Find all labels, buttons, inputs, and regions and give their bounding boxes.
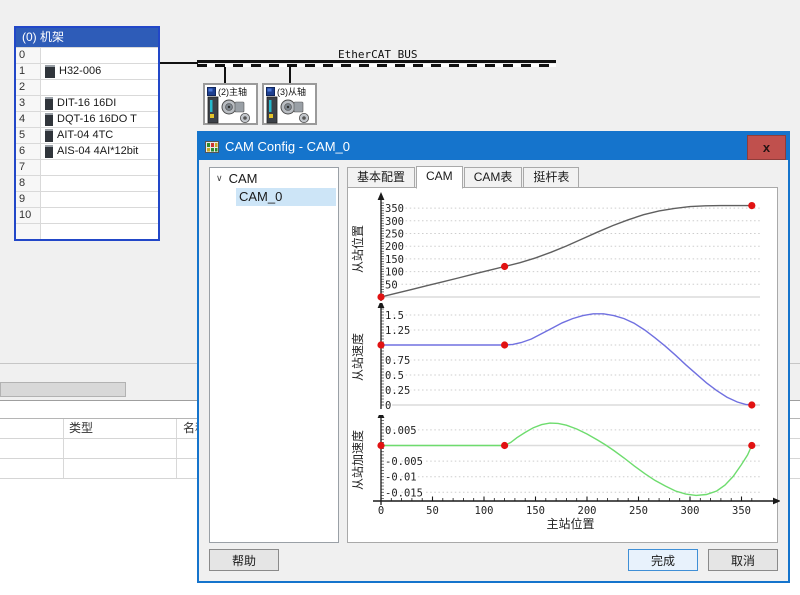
svg-text:350: 350: [732, 505, 751, 517]
svg-text:100: 100: [475, 505, 494, 517]
svg-text:50: 50: [426, 505, 439, 517]
svg-text:从站速度: 从站速度: [350, 333, 365, 381]
device-mini-icon: [207, 87, 216, 96]
svg-text:0: 0: [378, 505, 384, 517]
svg-text:从站位置: 从站位置: [350, 225, 365, 273]
ethercat-bus-line: [197, 60, 556, 67]
svg-text:0.5: 0.5: [385, 370, 404, 382]
svg-text:150: 150: [526, 505, 545, 517]
cancel-button[interactable]: 取消: [708, 549, 778, 571]
tab-cam-table[interactable]: CAM表: [464, 167, 523, 188]
svg-text:0.005: 0.005: [385, 425, 417, 437]
svg-text:1.25: 1.25: [385, 325, 410, 337]
servo-drive-motor-icon: [266, 96, 312, 124]
svg-text:0: 0: [385, 400, 391, 412]
svg-text:1.5: 1.5: [385, 310, 404, 322]
slot-number: 9: [16, 192, 41, 207]
slot-number: 5: [16, 128, 41, 143]
application-window: 类型 名称 (0) 机架 0 1H32-006 2 3DIT-16 16DI 4…: [0, 0, 800, 595]
header-cell-type: 类型: [64, 419, 177, 438]
cam-chart-panel: 35030025020015010050从站位置 1.51.250.750.50…: [347, 187, 778, 543]
svg-text:250: 250: [385, 229, 404, 241]
svg-text:200: 200: [578, 505, 597, 517]
slave-acceleration-chart[interactable]: 0 50 100 150 200 250 300 350 主站位置 0.005 -0.005 -0.0…: [350, 415, 780, 545]
dialog-titlebar: CAM Config - CAM_0: [199, 133, 788, 160]
svg-text:0.75: 0.75: [385, 355, 410, 367]
svg-text:200: 200: [385, 241, 404, 253]
svg-text:300: 300: [385, 216, 404, 228]
module-icon: [45, 145, 53, 158]
module-icon: [45, 129, 53, 142]
rack-slot-row[interactable]: 1H32-006: [16, 63, 158, 79]
svg-text:250: 250: [629, 505, 648, 517]
rack-slot-row[interactable]: 7: [16, 159, 158, 175]
svg-text:150: 150: [385, 254, 404, 266]
tab-basic-config[interactable]: 基本配置: [347, 167, 415, 188]
device-node-master-axis[interactable]: (2)主轴: [203, 83, 258, 125]
finish-button[interactable]: 完成: [628, 549, 698, 571]
dialog-icon: [205, 140, 219, 154]
svg-text:300: 300: [681, 505, 700, 517]
svg-text:-0.015: -0.015: [385, 487, 423, 499]
rack-panel: (0) 机架 0 1H32-006 2 3DIT-16 16DI 4DQT-16…: [14, 26, 160, 241]
rack-header: (0) 机架: [16, 28, 158, 47]
rack-slot-row[interactable]: [16, 223, 158, 239]
servo-drive-motor-icon: [207, 96, 253, 124]
slot-number: 1: [16, 64, 41, 79]
svg-text:-0.005: -0.005: [385, 456, 423, 468]
tab-tappet-table[interactable]: 挺杆表: [523, 167, 579, 188]
rack-slot-row[interactable]: 3DIT-16 16DI: [16, 95, 158, 111]
collapsed-panel-bar[interactable]: [0, 382, 126, 397]
chevron-down-icon: ∨: [216, 173, 223, 184]
tree-node-cam0[interactable]: CAM_0: [236, 188, 336, 206]
bus-drop-line: [224, 67, 226, 84]
slave-velocity-chart[interactable]: 1.5 1.25 0.75 0.5 0.25 0 从站速度: [350, 303, 780, 415]
slave-position-chart[interactable]: 35030025020015010050 从站位置: [350, 191, 780, 303]
module-icon: [45, 97, 53, 110]
bus-drop-line: [289, 67, 291, 84]
help-button[interactable]: 帮助: [209, 549, 279, 571]
tab-strip: 基本配置 CAM CAM表 挺杆表: [347, 167, 580, 188]
rack-slot-row[interactable]: 8: [16, 175, 158, 191]
svg-text:50: 50: [385, 279, 398, 291]
rack-slot-row[interactable]: 2: [16, 79, 158, 95]
svg-text:主站位置: 主站位置: [546, 516, 594, 531]
svg-text:-0.01: -0.01: [385, 472, 417, 484]
tab-cam[interactable]: CAM: [416, 166, 463, 189]
cam-config-dialog: CAM Config - CAM_0 x ∨ CAM CAM_0 基本配置 CA…: [197, 131, 790, 583]
slot-number: [16, 224, 41, 239]
slot-number: 4: [16, 112, 41, 127]
svg-text:从站加速度: 从站加速度: [350, 430, 365, 490]
rack-slot-row[interactable]: 10: [16, 207, 158, 223]
module-icon: [45, 65, 55, 78]
slot-number: 8: [16, 176, 41, 191]
device-node-slave-axis[interactable]: (3)从轴: [262, 83, 317, 125]
module-icon: [45, 113, 53, 126]
slot-number: 6: [16, 144, 41, 159]
slot-number: 10: [16, 208, 41, 223]
dialog-title: CAM Config - CAM_0: [225, 139, 350, 154]
rack-slot-row[interactable]: 5AIT-04 4TC: [16, 127, 158, 143]
rack-slot-row[interactable]: 6AIS-04 4AI*12bit: [16, 143, 158, 159]
rack-slot-row[interactable]: 0: [16, 47, 158, 63]
svg-text:350: 350: [385, 203, 404, 215]
slot-number: 7: [16, 160, 41, 175]
svg-text:100: 100: [385, 267, 404, 279]
svg-text:0.25: 0.25: [385, 385, 410, 397]
slot-number: 0: [16, 48, 41, 63]
rack-slot-row[interactable]: 4DQT-16 16DO T: [16, 111, 158, 127]
device-mini-icon: [266, 87, 275, 96]
tree-node-cam[interactable]: ∨ CAM: [210, 168, 338, 188]
slot-number: 3: [16, 96, 41, 111]
rack-slot-row[interactable]: 9: [16, 191, 158, 207]
rack-bus-connector: [160, 62, 198, 64]
slot-number: 2: [16, 80, 41, 95]
cam-tree-panel: ∨ CAM CAM_0: [209, 167, 339, 543]
header-cell-empty: [0, 419, 64, 438]
close-button[interactable]: x: [747, 135, 786, 160]
